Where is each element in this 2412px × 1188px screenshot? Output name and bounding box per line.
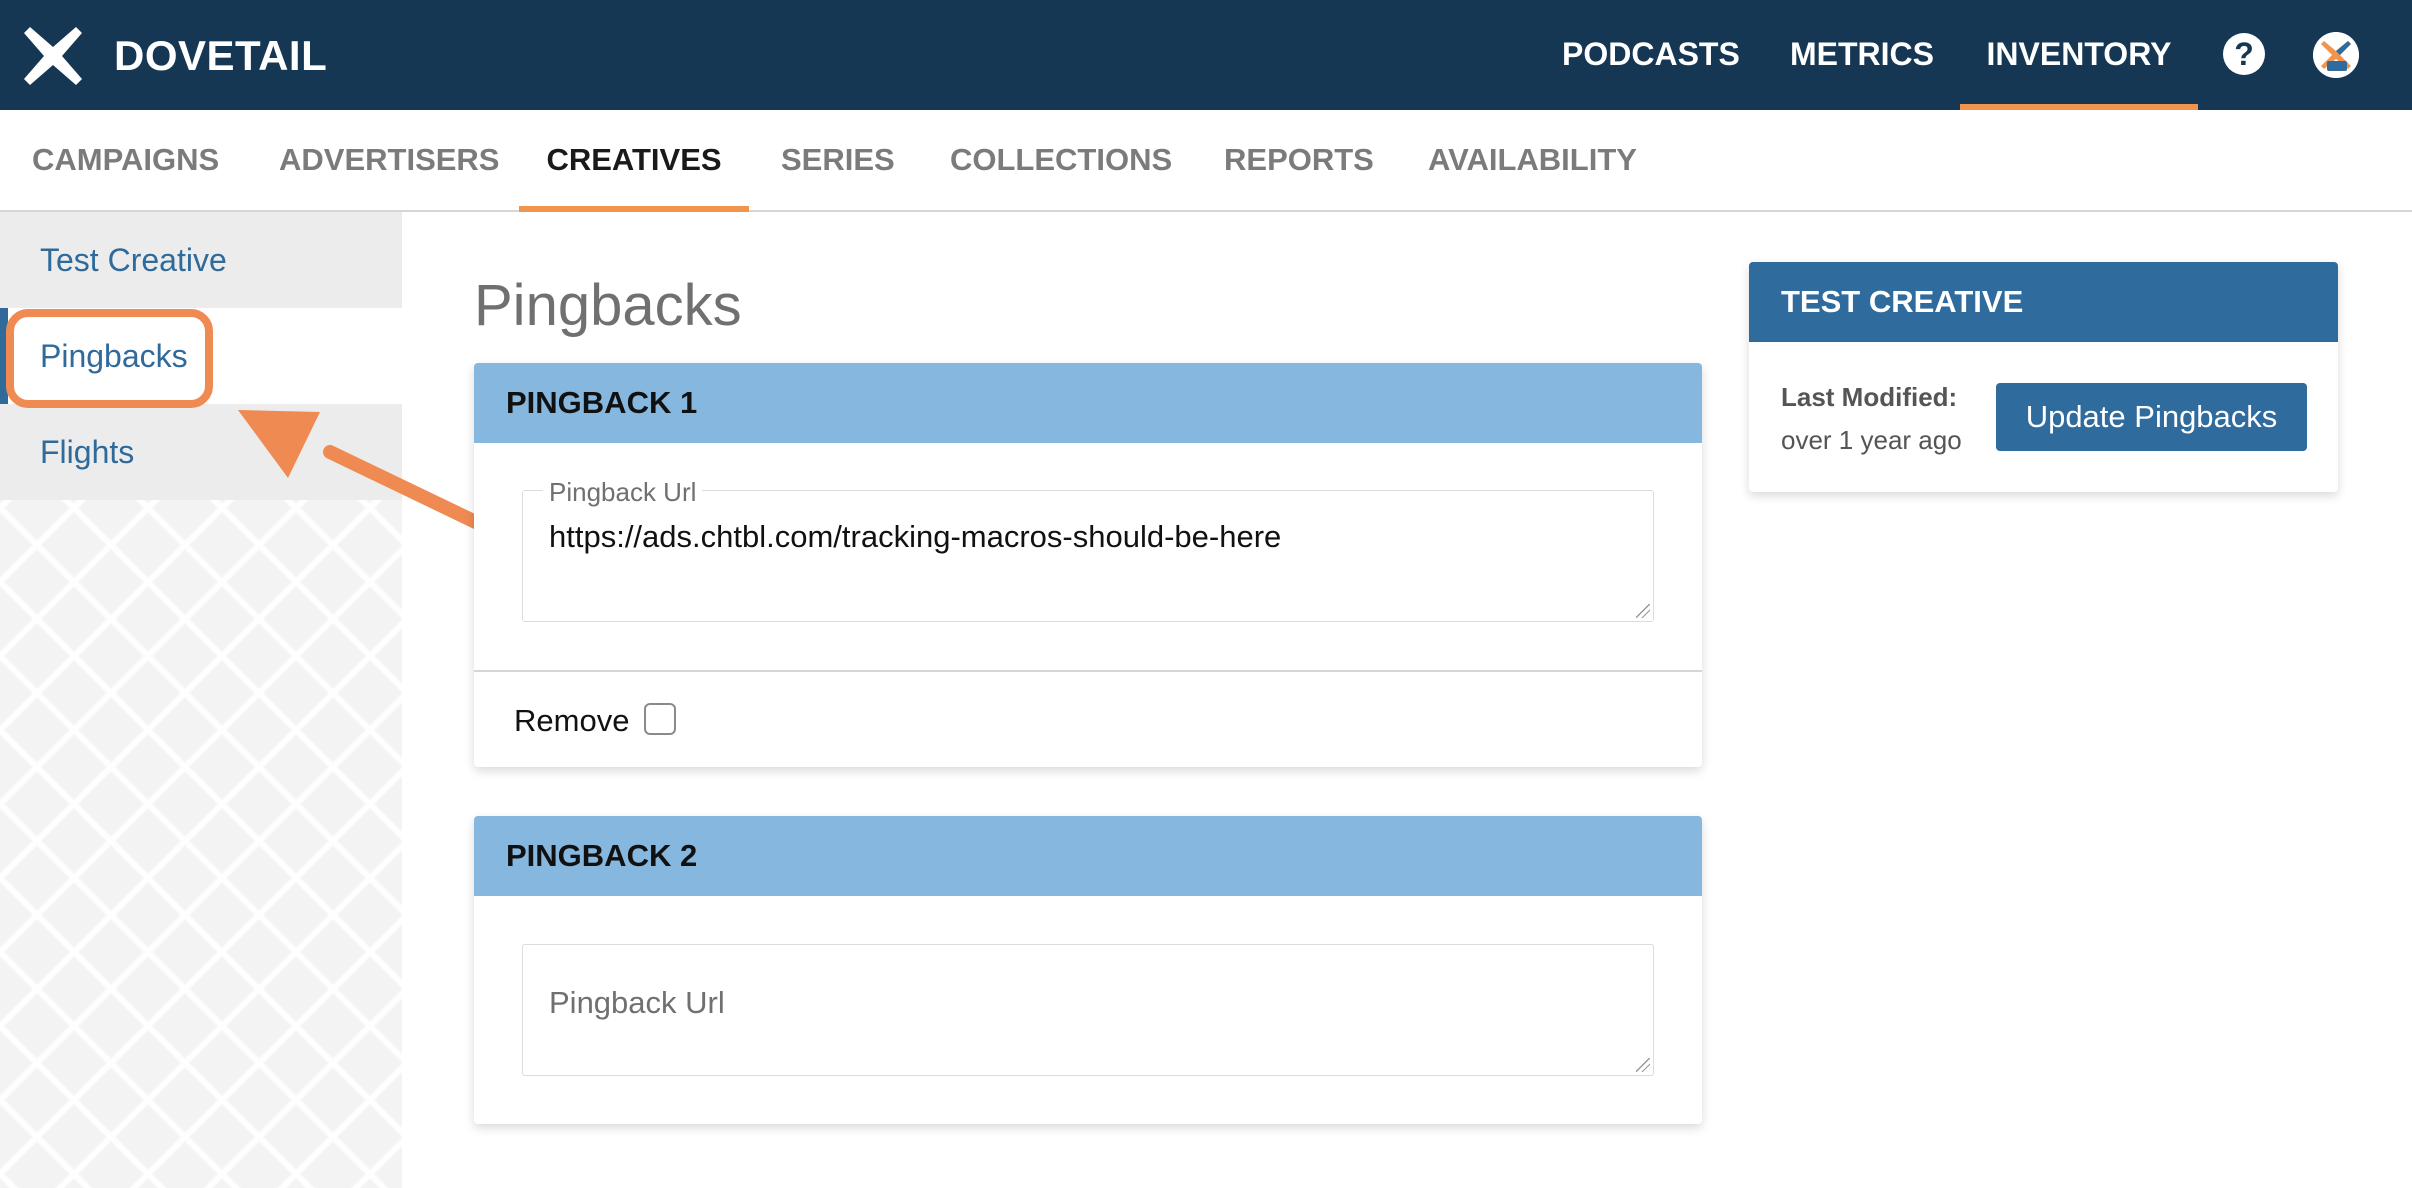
dovetail-x-logo-icon xyxy=(24,27,82,85)
topnav-inventory[interactable]: INVENTORY xyxy=(1960,0,2198,110)
top-navbar: DOVETAIL PODCASTS METRICS INVENTORY ? xyxy=(0,0,2412,110)
tab-campaigns[interactable]: CAMPAIGNS xyxy=(32,110,219,210)
pingback-1-url-value[interactable]: https://ads.chtbl.com/tracking-macros-sh… xyxy=(549,519,1281,555)
page-title: Pingbacks xyxy=(474,273,742,338)
section-subnav: CAMPAIGNS ADVERTISERS CREATIVES SERIES C… xyxy=(0,110,2412,212)
update-pingbacks-button[interactable]: Update Pingbacks xyxy=(1996,383,2307,451)
tab-availability[interactable]: AVAILABILITY xyxy=(1428,110,1637,210)
last-modified-label: Last Modified: xyxy=(1781,382,1958,412)
pingback-1-url-field[interactable]: Pingback Url https://ads.chtbl.com/track… xyxy=(522,477,1654,622)
help-icon[interactable]: ? xyxy=(2223,33,2265,75)
brand-name: DOVETAIL xyxy=(114,32,328,79)
user-avatar[interactable] xyxy=(2313,32,2359,78)
pingback-1-url-label: Pingback Url xyxy=(543,477,703,508)
tab-advertisers[interactable]: ADVERTISERS xyxy=(279,110,499,210)
pingback-2-url-field[interactable]: Pingback Url xyxy=(522,944,1654,1076)
resize-handle-icon[interactable] xyxy=(1636,1058,1650,1072)
tab-reports[interactable]: REPORTS xyxy=(1224,110,1374,210)
annotation-highlight-box xyxy=(6,309,213,408)
topnav-metrics[interactable]: METRICS xyxy=(1790,0,1934,110)
tab-series[interactable]: SERIES xyxy=(781,110,895,210)
last-modified-value: over 1 year ago xyxy=(1781,425,1962,455)
remove-checkbox[interactable] xyxy=(644,703,676,735)
pingback-1-header: PINGBACK 1 xyxy=(474,363,1702,443)
sidebar-item-flights[interactable]: Flights xyxy=(0,404,402,500)
tab-collections[interactable]: COLLECTIONS xyxy=(950,110,1172,210)
sidebar-item-test-creative[interactable]: Test Creative xyxy=(0,212,402,308)
panel-title: TEST CREATIVE xyxy=(1749,262,2338,342)
pingback-card-2: PINGBACK 2 Pingback Url xyxy=(474,816,1702,1124)
pingback-2-url-placeholder: Pingback Url xyxy=(549,985,725,1020)
pingback-card-1: PINGBACK 1 Pingback Url https://ads.chtb… xyxy=(474,363,1702,767)
prx-avatar-icon xyxy=(2313,32,2359,78)
pingback-2-header: PINGBACK 2 xyxy=(474,816,1702,896)
resize-handle-icon[interactable] xyxy=(1636,604,1650,618)
brand-logo[interactable]: DOVETAIL xyxy=(22,25,327,87)
card-divider xyxy=(474,670,1702,672)
creative-summary-panel: TEST CREATIVE Last Modified: over 1 year… xyxy=(1749,262,2338,492)
remove-label: Remove xyxy=(514,703,630,738)
topnav-podcasts[interactable]: PODCASTS xyxy=(1562,0,1740,110)
tab-creatives[interactable]: CREATIVES xyxy=(519,110,749,212)
